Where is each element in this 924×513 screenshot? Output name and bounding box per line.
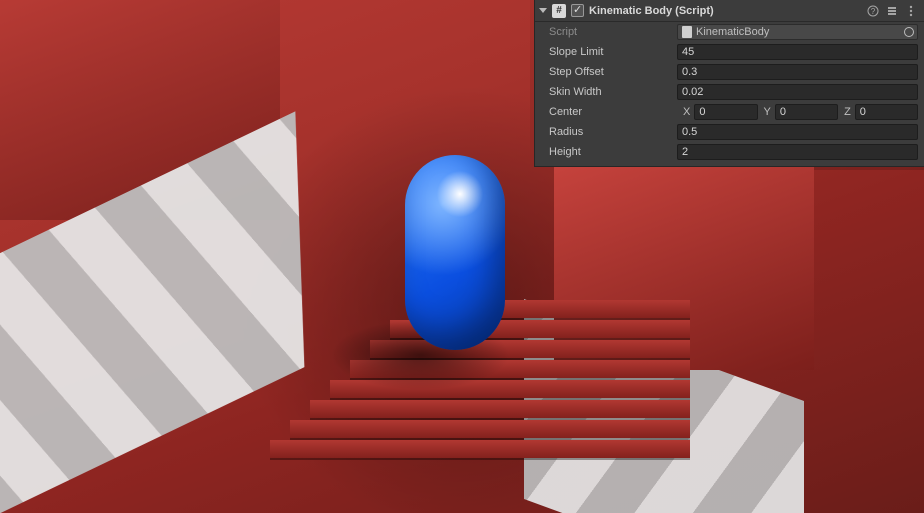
player-capsule[interactable] [405,155,505,350]
help-icon: ? [867,5,879,17]
step-offset-row: Step Offset [535,62,924,82]
step-offset-label: Step Offset [549,66,677,78]
help-button[interactable]: ? [866,4,880,18]
skin-width-row: Skin Width [535,82,924,102]
script-object-field[interactable]: KinematicBody [677,24,918,40]
skin-width-input[interactable] [677,84,918,100]
axis-x-label: X [683,106,690,118]
height-label: Height [549,146,677,158]
center-label: Center [549,106,677,118]
script-value: KinematicBody [696,26,913,38]
context-menu-button[interactable] [904,4,918,18]
slope-limit-input[interactable] [677,44,918,60]
slope-limit-label: Slope Limit [549,46,677,58]
document-icon [682,26,692,38]
radius-row: Radius [535,122,924,142]
radius-label: Radius [549,126,677,138]
presets-icon [886,5,898,17]
center-x-input[interactable] [694,104,757,120]
kebab-icon [906,5,916,17]
step-offset-input[interactable] [677,64,918,80]
component-header[interactable]: # Kinematic Body (Script) ? [535,0,924,22]
component-enabled-checkbox[interactable] [571,4,584,17]
axis-y-label: Y [764,106,771,118]
script-label: Script [549,26,677,38]
svg-text:?: ? [871,7,876,16]
center-y-input[interactable] [775,104,838,120]
presets-button[interactable] [885,4,899,18]
center-z-input[interactable] [855,104,918,120]
skin-width-label: Skin Width [549,86,677,98]
height-input[interactable] [677,144,918,160]
object-picker-icon[interactable] [904,27,914,37]
slope-limit-row: Slope Limit [535,42,924,62]
foldout-toggle-icon[interactable] [539,8,547,13]
height-row: Height [535,142,924,162]
center-row: Center X Y Z [535,102,924,122]
script-row: Script KinematicBody [535,22,924,42]
inspector-panel: # Kinematic Body (Script) ? Script Kinem… [534,0,924,167]
radius-input[interactable] [677,124,918,140]
component-title: Kinematic Body (Script) [589,5,861,17]
axis-z-label: Z [844,106,851,118]
script-icon: # [552,4,566,18]
